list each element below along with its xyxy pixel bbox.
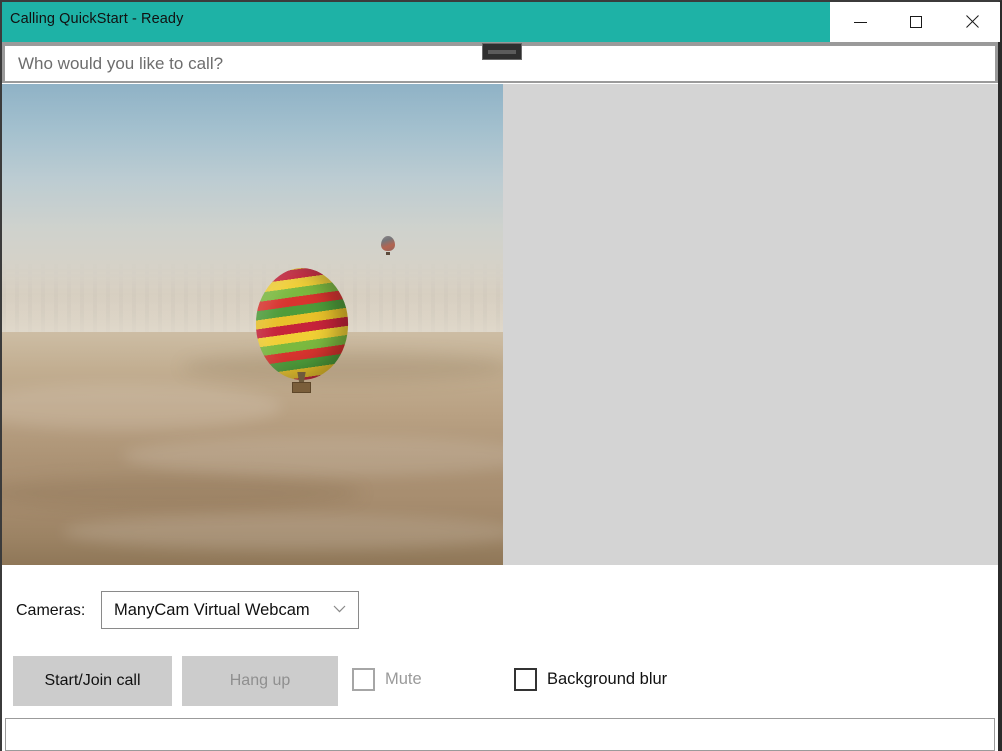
controls-panel: Cameras: ManyCam Virtual Webcam Start/Jo… [2,565,998,713]
callee-input-placeholder: Who would you like to call? [5,54,223,74]
background-blur-label: Background blur [547,670,667,689]
close-button[interactable] [944,2,1000,42]
distant-balloon-basket [386,252,390,255]
video-dune-highlight [62,514,503,550]
local-video-preview: manycam [2,84,503,565]
video-stage: manycam [2,84,998,565]
minimize-icon [854,22,867,23]
mute-checkbox-row: Mute [352,668,422,691]
app-window: Calling QuickStart - Ready Who would you… [0,0,1002,751]
title-bar: Calling QuickStart - Ready [2,2,998,42]
tooltip-chip-bar [488,50,516,54]
background-blur-checkbox-row[interactable]: Background blur [514,668,667,691]
remote-video-panel [503,84,998,565]
distant-hot-air-balloon [381,236,395,256]
window-title: Calling QuickStart - Ready [10,11,183,27]
background-blur-checkbox[interactable] [514,668,537,691]
mute-label: Mute [385,670,422,689]
log-textbox[interactable] [5,718,995,751]
close-icon [965,15,979,29]
balloon-envelope [254,268,350,380]
cameras-label: Cameras: [16,602,85,620]
mute-checkbox [352,668,375,691]
balloon-basket [292,382,311,393]
distant-balloon-envelope [381,236,395,251]
tooltip-chip [482,43,522,60]
camera-select-value: ManyCam Virtual Webcam [102,601,310,620]
hangup-button: Hang up [182,656,338,706]
maximize-icon [910,16,922,28]
hot-air-balloon [254,268,350,396]
maximize-button[interactable] [888,2,944,42]
camera-select[interactable]: ManyCam Virtual Webcam [101,591,359,629]
minimize-button[interactable] [832,2,888,42]
start-call-button[interactable]: Start/Join call [13,656,172,706]
chevron-down-icon [333,605,346,613]
